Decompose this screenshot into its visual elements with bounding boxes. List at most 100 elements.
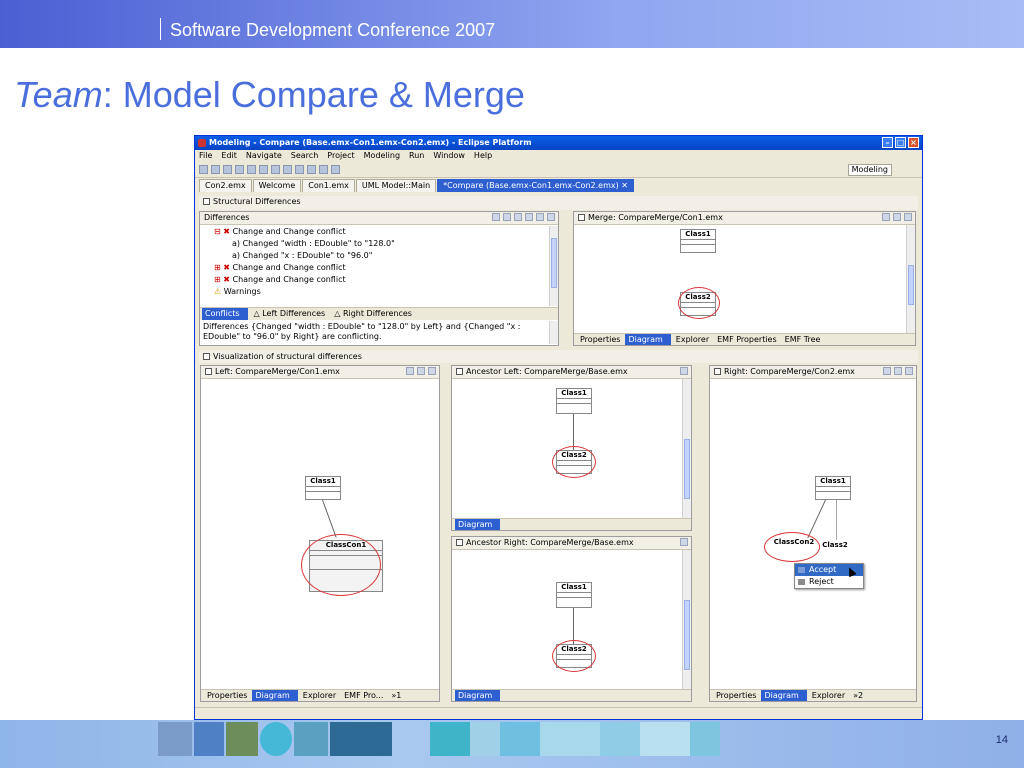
tree-row[interactable]: ⊟ ✖ Change and Change conflict — [214, 226, 548, 238]
generalization-line — [322, 499, 337, 538]
eclipse-window: Modeling - Compare (Base.emx-Con1.emx-Co… — [194, 135, 923, 720]
tab-explorer[interactable]: Explorer — [673, 334, 712, 345]
left-pane: Left: CompareMerge/Con1.emx Class1 Class… — [200, 365, 440, 702]
tab-left-differences[interactable]: △ Left Differences — [251, 308, 329, 320]
structural-differences-title: Structural Differences — [213, 197, 301, 206]
slide-title: Team: Model Compare & Merge — [14, 74, 525, 116]
tab-diagram[interactable]: Diagram — [455, 690, 501, 701]
reject-menu-item[interactable]: Reject — [795, 576, 863, 588]
uml-class[interactable]: Class2 — [820, 541, 850, 559]
tree-row[interactable]: a) Changed "width : EDouble" to "128.0" — [214, 238, 548, 250]
tree-row[interactable]: ⚠ Warnings — [214, 286, 548, 298]
tab-explorer[interactable]: Explorer — [300, 690, 339, 701]
down-arrow-icon[interactable] — [525, 213, 533, 221]
tab-diagram[interactable]: Diagram — [625, 334, 671, 345]
next-diff-icon[interactable] — [319, 165, 328, 174]
zoom-icon[interactable] — [883, 367, 891, 375]
debug-icon[interactable] — [283, 165, 292, 174]
save-icon[interactable] — [211, 165, 220, 174]
up-arrow-icon[interactable] — [536, 213, 544, 221]
visualization-icon — [203, 353, 210, 360]
maximize-view-icon[interactable] — [905, 367, 913, 375]
uml-class[interactable]: Class1 — [815, 476, 851, 500]
merge-view-tabs: Properties Diagram Explorer EMF Properti… — [574, 333, 915, 345]
run-icon[interactable] — [271, 165, 280, 174]
collapse-icon[interactable] — [503, 213, 511, 221]
menu-edit[interactable]: Edit — [221, 150, 237, 162]
zoom-icon[interactable] — [882, 213, 890, 221]
tab-welcome[interactable]: Welcome — [252, 179, 302, 192]
new-icon[interactable] — [199, 165, 208, 174]
forward-icon[interactable] — [307, 165, 316, 174]
tab-diagram[interactable]: Diagram — [455, 519, 501, 530]
print-icon[interactable] — [223, 165, 232, 174]
main-toolbar: Modeling — [195, 162, 922, 178]
tab-emf-tree[interactable]: EMF Tree — [782, 334, 824, 345]
tab-con2[interactable]: Con2.emx — [199, 179, 252, 192]
description-scrollbar[interactable] — [549, 321, 558, 344]
tree-row[interactable]: ⊞ ✖ Change and Change conflict — [214, 262, 548, 274]
tab-uml-model-main[interactable]: UML Model::Main — [355, 179, 437, 192]
maximize-view-icon[interactable] — [904, 213, 912, 221]
differences-scrollbar[interactable] — [549, 226, 558, 306]
back-icon[interactable] — [295, 165, 304, 174]
prev-diff-icon[interactable] — [331, 165, 340, 174]
menu-modeling[interactable]: Modeling — [364, 150, 400, 162]
menu-project[interactable]: Project — [327, 150, 354, 162]
ancestor-right-scrollbar[interactable] — [682, 550, 691, 689]
difference-description: Differences {Changed "width : EDouble" t… — [203, 322, 521, 341]
maximize-view-icon[interactable] — [680, 367, 688, 375]
maximize-view-icon[interactable] — [680, 538, 688, 546]
menu-run[interactable]: Run — [409, 150, 424, 162]
filter-icon[interactable] — [514, 213, 522, 221]
uml-class[interactable]: Class1 — [556, 582, 592, 608]
tab-con1[interactable]: Con1.emx — [302, 179, 355, 192]
perspective-switcher[interactable]: Modeling — [847, 164, 892, 176]
minimize-view-icon[interactable] — [893, 213, 901, 221]
footer-square — [690, 722, 720, 756]
ancestor-left-scrollbar[interactable] — [682, 379, 691, 518]
tab-diagram[interactable]: Diagram — [252, 690, 298, 701]
tab-properties[interactable]: Properties — [713, 690, 759, 701]
team-climbing-image — [330, 722, 392, 756]
window-titlebar[interactable]: Modeling - Compare (Base.emx-Con1.emx-Co… — [195, 136, 922, 150]
uml-class[interactable]: Class1 — [305, 476, 341, 500]
maximize-button[interactable]: □ — [895, 137, 906, 148]
menu-help[interactable]: Help — [474, 150, 492, 162]
tab-emf-properties[interactable]: EMF Pro... — [341, 690, 386, 701]
people-image — [158, 722, 192, 756]
redo-icon[interactable] — [247, 165, 256, 174]
tab-emf-properties[interactable]: EMF Properties — [714, 334, 780, 345]
tab-properties[interactable]: Properties — [577, 334, 623, 345]
light-bulb-icon[interactable] — [547, 213, 555, 221]
uml-class[interactable]: Class1 — [680, 229, 716, 253]
minimize-button[interactable]: – — [882, 137, 893, 148]
expand-icon[interactable] — [492, 213, 500, 221]
menu-window[interactable]: Window — [433, 150, 465, 162]
tab-properties[interactable]: Properties — [204, 690, 250, 701]
tab-compare[interactable]: *Compare (Base.emx-Con1.emx-Con2.emx) ✕ — [437, 179, 634, 192]
close-button[interactable]: × — [908, 137, 919, 148]
tree-row[interactable]: a) Changed "x : EDouble" to "96.0" — [214, 250, 548, 262]
filter-icon[interactable] — [894, 367, 902, 375]
compare-icon — [203, 198, 210, 205]
undo-icon[interactable] — [235, 165, 244, 174]
menu-navigate[interactable]: Navigate — [246, 150, 282, 162]
menu-file[interactable]: File — [199, 150, 212, 162]
tab-conflicts[interactable]: Conflicts — [202, 308, 248, 320]
highlight-ellipse — [301, 534, 381, 596]
tab-more[interactable]: »1 — [388, 690, 404, 701]
filter-icon[interactable] — [417, 367, 425, 375]
zoom-icon[interactable] — [406, 367, 414, 375]
tree-row[interactable]: ⊞ ✖ Change and Change conflict — [214, 274, 548, 286]
tab-more[interactable]: »2 — [850, 690, 866, 701]
tab-right-differences[interactable]: △ Right Differences — [331, 308, 415, 320]
maximize-view-icon[interactable] — [428, 367, 436, 375]
tab-diagram[interactable]: Diagram — [761, 690, 807, 701]
tab-explorer[interactable]: Explorer — [809, 690, 848, 701]
search-icon[interactable] — [259, 165, 268, 174]
merge-scrollbar[interactable] — [906, 225, 915, 333]
uml-class[interactable]: Class1 — [556, 388, 592, 414]
attribute-icon: a) — [232, 239, 243, 248]
menu-search[interactable]: Search — [291, 150, 318, 162]
